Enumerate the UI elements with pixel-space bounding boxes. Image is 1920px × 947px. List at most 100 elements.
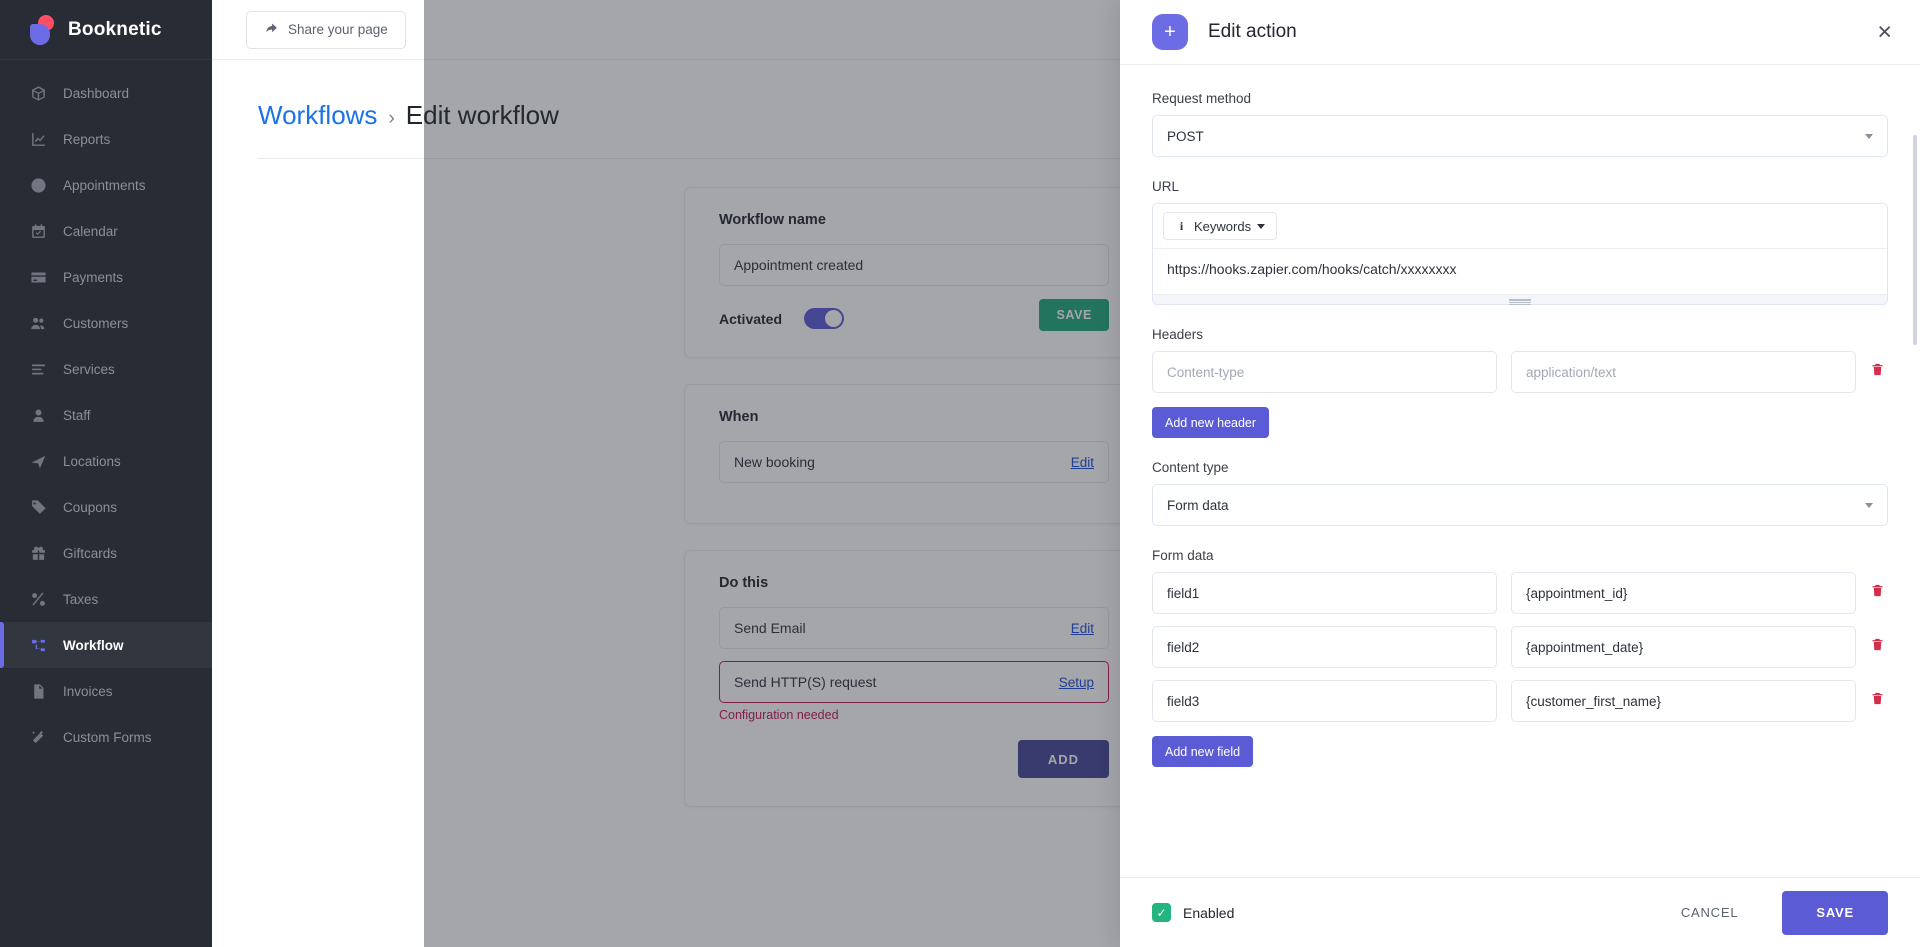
users-icon: [30, 315, 47, 332]
delete-field-icon[interactable]: [1870, 690, 1888, 712]
request-method-label: Request method: [1152, 91, 1252, 106]
keywords-label: Keywords: [1194, 218, 1252, 234]
share-icon: [264, 21, 279, 39]
sidebar-item-staff[interactable]: Staff: [0, 392, 212, 438]
add-new-header-button[interactable]: Add new header: [1152, 407, 1270, 438]
form-field-value-input[interactable]: {appointment_date}: [1511, 626, 1856, 668]
box-icon: [30, 85, 47, 102]
sidebar-item-workflow[interactable]: Workflow: [0, 622, 212, 668]
sidebar-item-calendar[interactable]: Calendar: [0, 208, 212, 254]
url-label: URL: [1152, 179, 1180, 194]
form-field-value-input[interactable]: {customer_first_name}: [1511, 680, 1856, 722]
header-key-input[interactable]: Content-type: [1152, 351, 1497, 393]
calendar-icon: [30, 223, 47, 240]
form-data-row: field3 {customer_first_name}: [1152, 680, 1888, 722]
booknetic-logo-icon: [30, 14, 54, 45]
sidebar-item-label: Dashboard: [63, 85, 130, 101]
modal-scrollbar[interactable]: [1913, 135, 1917, 345]
brand-name: Booknetic: [68, 18, 162, 40]
person-icon: [30, 407, 47, 424]
sidebar-item-dashboard[interactable]: Dashboard: [0, 70, 212, 116]
url-field-wrapper: i Keywords https://hooks.zapier.com/hook…: [1152, 203, 1888, 305]
sidebar-item-label: Calendar: [63, 223, 118, 239]
sidebar-item-invoices[interactable]: Invoices: [0, 668, 212, 714]
delete-field-icon[interactable]: [1870, 582, 1888, 604]
wand-icon: [30, 729, 47, 746]
workflow-icon: [30, 637, 47, 654]
modal-header: + Edit action ×: [1120, 0, 1920, 65]
app-root: Booknetic Dashboard Reports Appointments…: [0, 0, 1920, 947]
sidebar-item-payments[interactable]: Payments: [0, 254, 212, 300]
clock-icon: [30, 177, 47, 194]
delete-header-icon[interactable]: [1870, 361, 1888, 383]
form-field-value-input[interactable]: {appointment_id}: [1511, 572, 1856, 614]
header-row: Content-type application/text: [1152, 351, 1888, 393]
chevron-down-icon: [1865, 502, 1873, 508]
sidebar-item-custom-forms[interactable]: Custom Forms: [0, 714, 212, 760]
form-field-key-input[interactable]: field2: [1152, 626, 1497, 668]
request-method-select[interactable]: POST: [1152, 115, 1888, 157]
sidebar-nav: Dashboard Reports Appointments Calendar …: [0, 60, 212, 760]
sidebar-item-label: Staff: [63, 407, 91, 423]
edit-action-modal: + Edit action × Request method POST URL …: [1120, 0, 1920, 947]
form-field-key-input[interactable]: field3: [1152, 680, 1497, 722]
percent-icon: [30, 591, 47, 608]
url-input[interactable]: https://hooks.zapier.com/hooks/catch/xxx…: [1153, 248, 1887, 294]
sidebar-item-label: Invoices: [63, 683, 113, 699]
sidebar-item-label: Locations: [63, 453, 121, 469]
keywords-dropdown[interactable]: i Keywords: [1163, 212, 1278, 240]
sidebar-item-coupons[interactable]: Coupons: [0, 484, 212, 530]
info-icon: i: [1179, 218, 1184, 233]
sidebar-item-label: Customers: [63, 315, 129, 331]
sidebar-item-taxes[interactable]: Taxes: [0, 576, 212, 622]
sidebar-item-locations[interactable]: Locations: [0, 438, 212, 484]
brand: Booknetic: [0, 0, 212, 60]
sidebar-item-customers[interactable]: Customers: [0, 300, 212, 346]
send-icon: [30, 453, 47, 470]
close-icon[interactable]: ×: [1871, 19, 1898, 45]
sidebar-item-reports[interactable]: Reports: [0, 116, 212, 162]
sidebar-item-label: Custom Forms: [63, 729, 152, 745]
sidebar-item-label: Workflow: [63, 637, 124, 653]
sidebar-item-services[interactable]: Services: [0, 346, 212, 392]
chart-icon: [30, 131, 47, 148]
cancel-button[interactable]: CANCEL: [1650, 890, 1769, 935]
tag-icon: [30, 499, 47, 516]
modal-title: Edit action: [1208, 21, 1297, 42]
share-button-label: Share your page: [288, 22, 388, 37]
breadcrumb-workflows-link[interactable]: Workflows: [258, 100, 377, 131]
form-field-key-input[interactable]: field1: [1152, 572, 1497, 614]
headers-block: Headers Content-type application/text Ad…: [1152, 327, 1888, 438]
content-type-block: Content type Form data: [1152, 460, 1888, 526]
enabled-group: ✓ Enabled: [1152, 903, 1637, 922]
url-resize-handle[interactable]: [1153, 294, 1887, 305]
list-icon: [30, 361, 47, 378]
sidebar-item-label: Payments: [63, 269, 124, 285]
sidebar-item-giftcards[interactable]: Giftcards: [0, 530, 212, 576]
sidebar: Booknetic Dashboard Reports Appointments…: [0, 0, 212, 947]
modal-footer: ✓ Enabled CANCEL SAVE: [1120, 877, 1920, 947]
content-type-select[interactable]: Form data: [1152, 484, 1888, 526]
form-data-row: field2 {appointment_date}: [1152, 626, 1888, 668]
modal-body: Request method POST URL i Keywords https…: [1120, 65, 1920, 877]
document-icon: [30, 683, 47, 700]
sidebar-item-label: Taxes: [63, 591, 99, 607]
save-button[interactable]: SAVE: [1782, 890, 1888, 935]
plus-icon: +: [1152, 14, 1188, 50]
content-type-value: Form data: [1167, 497, 1229, 513]
chevron-down-icon: [1257, 223, 1266, 229]
header-value-input[interactable]: application/text: [1511, 351, 1856, 393]
chevron-down-icon: [1865, 133, 1873, 139]
delete-field-icon[interactable]: [1870, 636, 1888, 658]
share-your-page-button[interactable]: Share your page: [246, 10, 406, 49]
request-method-value: POST: [1167, 128, 1204, 144]
enabled-label: Enabled: [1183, 904, 1235, 921]
form-data-block: Form data field1 {appointment_id} field2…: [1152, 548, 1888, 767]
sidebar-item-appointments[interactable]: Appointments: [0, 162, 212, 208]
enabled-checkbox[interactable]: ✓: [1152, 903, 1171, 922]
gift-icon: [30, 545, 47, 562]
add-new-field-button[interactable]: Add new field: [1152, 736, 1254, 767]
form-data-label: Form data: [1152, 548, 1214, 563]
sidebar-item-label: Services: [63, 361, 115, 377]
sidebar-item-label: Coupons: [63, 499, 118, 515]
